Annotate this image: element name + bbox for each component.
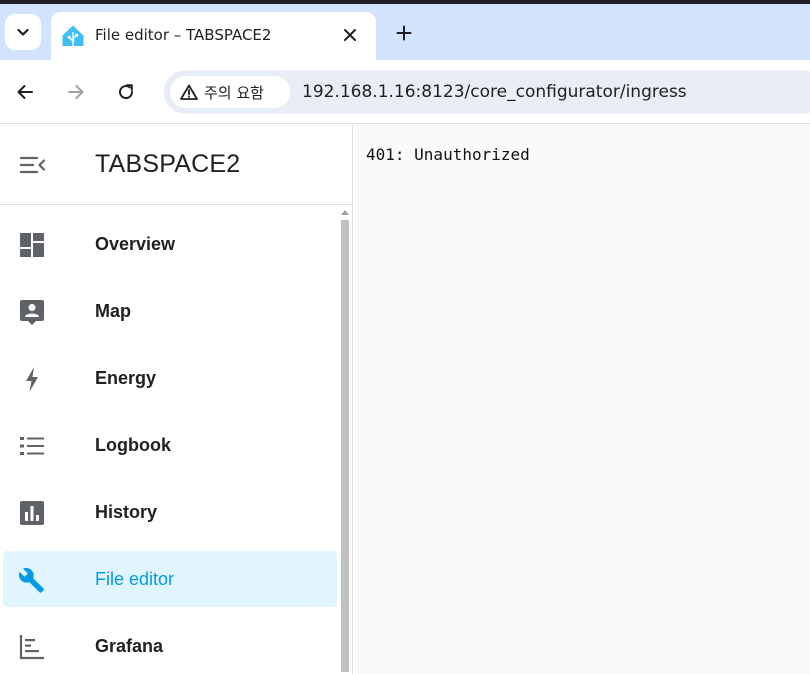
tab-close-button[interactable] — [338, 23, 362, 47]
back-button[interactable] — [11, 78, 39, 106]
sidebar-item-label: History — [95, 502, 158, 522]
close-icon — [344, 29, 356, 41]
warning-triangle-icon — [180, 84, 198, 100]
sidebar-header: TABSPACE2 — [0, 125, 352, 205]
security-label: 주의 요함 — [204, 83, 264, 102]
arrow-right-icon — [68, 85, 84, 99]
reload-icon — [119, 84, 134, 100]
main-content: 401: Unauthorized — [354, 125, 810, 674]
view-dashboard-icon — [20, 233, 44, 257]
sidebar-item-label: Logbook — [95, 435, 171, 455]
sidebar-item-history[interactable]: History — [3, 484, 337, 540]
tab-strip: File editor – TABSPACE2 — [0, 4, 810, 60]
sidebar-item-overview[interactable]: Overview — [3, 216, 337, 272]
address-bar[interactable]: 주의 요함 192.168.1.16:8123/core_configurato… — [164, 70, 810, 114]
site-security-chip[interactable]: 주의 요함 — [170, 76, 290, 108]
wrench-icon — [19, 567, 44, 593]
new-tab-button[interactable] — [390, 19, 418, 47]
forward-button[interactable] — [62, 78, 90, 106]
sidebar-scrollbar[interactable] — [338, 206, 352, 674]
chevron-down-icon — [17, 28, 29, 36]
sidebar-item-file-editor[interactable]: File editor — [3, 551, 337, 607]
scrollbar-thumb[interactable] — [341, 220, 349, 672]
map-account-icon — [20, 300, 44, 325]
tab-search-button[interactable] — [5, 14, 41, 50]
chart-timeline-icon — [19, 635, 44, 660]
sidebar: TABSPACE2 Overview Map Energy Logbook Hi… — [0, 125, 353, 674]
sidebar-item-logbook[interactable]: Logbook — [3, 417, 337, 473]
error-message: 401: Unauthorized — [366, 145, 530, 164]
sidebar-item-label: Energy — [95, 368, 157, 388]
plus-icon — [396, 25, 412, 41]
tab-title: File editor – TABSPACE2 — [95, 26, 272, 44]
home-assistant-icon — [62, 25, 84, 46]
sidebar-item-energy[interactable]: Energy — [3, 350, 337, 406]
sidebar-item-map[interactable]: Map — [3, 283, 337, 339]
format-list-bulleted-icon — [20, 437, 44, 455]
lightning-bolt-icon — [26, 367, 38, 392]
menu-open-icon[interactable] — [20, 153, 46, 177]
url-text[interactable]: 192.168.1.16:8123/core_configurator/ingr… — [302, 82, 687, 102]
sidebar-item-label: Grafana — [95, 636, 164, 656]
sidebar-item-label: Overview — [95, 234, 176, 254]
scroll-up-arrow-icon[interactable] — [341, 210, 349, 215]
sidebar-title: TABSPACE2 — [95, 150, 241, 178]
browser-toolbar: 주의 요함 192.168.1.16:8123/core_configurato… — [0, 60, 810, 124]
arrow-left-icon — [17, 85, 33, 99]
sidebar-item-grafana[interactable]: Grafana — [3, 618, 337, 674]
browser-tab-active[interactable]: File editor – TABSPACE2 — [51, 12, 376, 60]
chart-box-icon — [20, 501, 44, 525]
reload-button[interactable] — [112, 78, 140, 106]
sidebar-item-label: File editor — [95, 569, 175, 589]
sidebar-item-label: Map — [95, 301, 131, 321]
